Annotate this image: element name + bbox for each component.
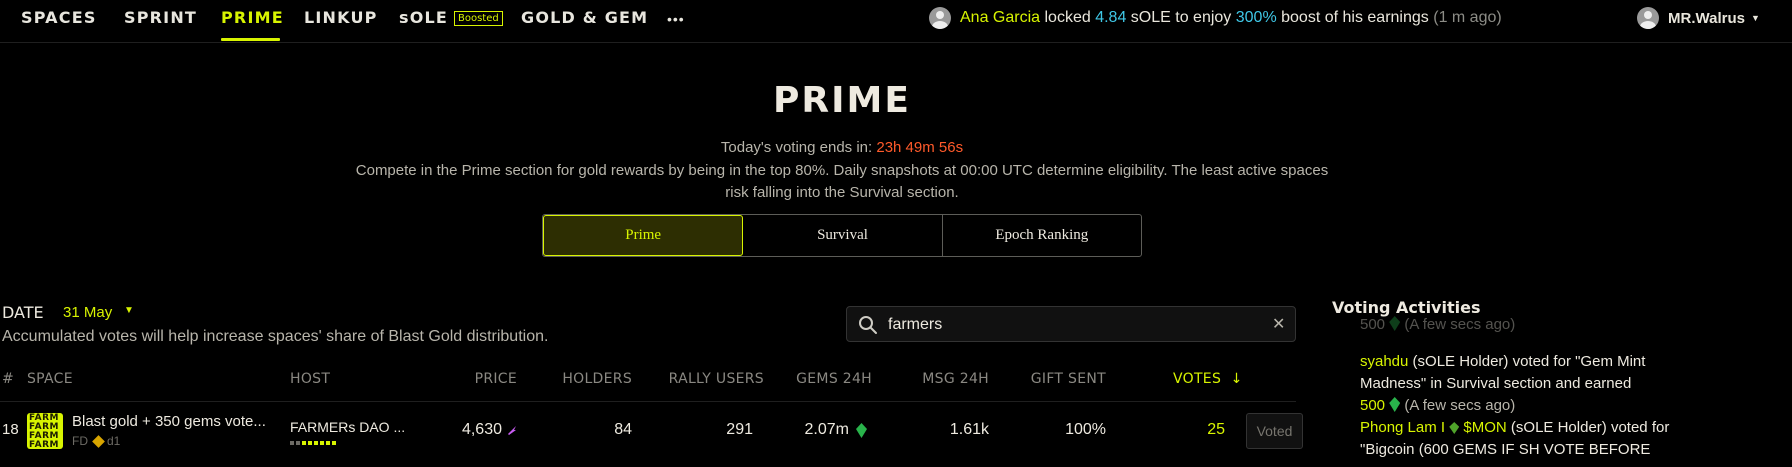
space-name[interactable]: Blast gold + 350 gems vote...	[72, 413, 266, 430]
col-price[interactable]: PRICE	[440, 371, 517, 387]
chevron-down-icon: ▼	[1750, 13, 1760, 23]
space-sub-tag: FD	[72, 434, 88, 448]
boosted-badge: Boosted	[454, 11, 503, 26]
activity-avatar-icon	[929, 7, 951, 29]
countdown: 23h 49m 56s	[876, 139, 964, 156]
activity-item: Phong Lam I $MON (sOLE Holder) voted for…	[1360, 417, 1690, 461]
activity-time: (1 m ago)	[1433, 9, 1502, 26]
search-box: ✕	[846, 306, 1296, 342]
thumb-text: FARM	[29, 440, 59, 450]
nav-gold-gem[interactable]: GOLD & GEM	[521, 8, 648, 27]
date-select[interactable]: 31 May	[63, 304, 112, 321]
activity-text-rest: boost of his earnings	[1281, 9, 1429, 26]
lightning-icon	[508, 426, 516, 435]
user-avatar-icon	[1637, 7, 1659, 29]
deadline-label: Today's voting ends in:	[720, 139, 873, 156]
top-nav: SPACES SPRINT PRIME LINKUP sOLE Boosted …	[0, 0, 1792, 43]
chevron-down-icon[interactable]: ▼	[124, 305, 134, 316]
activity-user[interactable]: syahdu	[1360, 353, 1408, 370]
frog-icon	[1449, 422, 1460, 434]
activity-amount: 500	[1360, 397, 1386, 414]
date-label: DATE	[2, 303, 44, 322]
search-icon	[859, 316, 877, 334]
activity-time: (A few secs ago)	[1404, 397, 1516, 414]
row-msg-24h: 1.61k	[949, 421, 989, 438]
row-gems-24h: 2.07m	[804, 421, 849, 438]
activity-boost: 300%	[1235, 9, 1277, 26]
voting-activities-list[interactable]: 500 (A few secs ago) syahdu (sOLE Holder…	[1360, 314, 1690, 467]
activity-banner: Ana Garcia locked 4.84 sOLE to enjoy 300…	[929, 6, 1502, 30]
activity-amount: 4.84	[1095, 9, 1127, 26]
activity-text-sole: sOLE to enjoy	[1130, 9, 1232, 26]
activity-time: (A few secs ago)	[1404, 316, 1516, 333]
row-rank: 18	[2, 421, 19, 438]
diamond-icon	[92, 434, 105, 448]
col-rally-users[interactable]: RALLY USERS	[650, 371, 764, 387]
activity-item: syahdu (sOLE Holder) voted for "Gem Mint…	[1360, 351, 1690, 417]
col-holders[interactable]: HOLDERS	[540, 371, 632, 387]
gem-icon	[1389, 397, 1401, 412]
nav-prime[interactable]: PRIME	[221, 8, 284, 27]
date-note: Accumulated votes will help increase spa…	[2, 328, 549, 345]
col-gems-24h[interactable]: GEMS 24H	[780, 371, 872, 387]
host-level-bar	[290, 441, 336, 445]
host-name[interactable]: FARMERs DAO ...	[290, 419, 405, 435]
page-description: Compete in the Prime section for gold re…	[355, 162, 1329, 201]
row-votes: 25	[1207, 421, 1225, 438]
user-name: MR.Walrus	[1668, 9, 1745, 27]
col-votes[interactable]: VOTES ↓	[1173, 371, 1243, 387]
close-icon[interactable]: ✕	[1272, 314, 1285, 334]
space-thumbnail: FARM FARM FARM FARM	[27, 413, 63, 449]
row-gift-sent: 100%	[1065, 421, 1106, 438]
more-icon[interactable]: •••	[667, 11, 685, 27]
gem-icon	[856, 423, 867, 438]
search-input[interactable]	[888, 313, 1248, 337]
tab-survival[interactable]: Survival	[743, 215, 943, 256]
nav-active-underline	[221, 38, 280, 41]
activity-item: 500 (A few secs ago)	[1360, 314, 1690, 336]
row-rally-users: 291	[726, 421, 753, 438]
space-subline: FD d1	[72, 434, 120, 448]
nav-linkup[interactable]: LINKUP	[304, 8, 378, 27]
row-price: 4,630	[461, 421, 502, 438]
col-gift-sent[interactable]: GIFT SENT	[1020, 371, 1106, 387]
tab-epoch-ranking[interactable]: Epoch Ranking	[943, 215, 1141, 256]
nav-spaces[interactable]: SPACES	[21, 8, 97, 27]
tab-prime[interactable]: Prime	[543, 215, 744, 256]
col-msg-24h[interactable]: MSG 24H	[900, 371, 989, 387]
activity-text-locked: locked	[1044, 9, 1091, 26]
user-menu[interactable]: MR.Walrus ▼	[1637, 6, 1760, 30]
arrow-down-icon: ↓	[1225, 371, 1243, 387]
page-title: PRIME	[773, 80, 911, 121]
activity-user[interactable]: Phong Lam I	[1360, 419, 1445, 436]
col-host[interactable]: HOST	[290, 371, 330, 387]
col-votes-label: VOTES	[1173, 371, 1222, 387]
space-sub-tag2: d1	[107, 434, 121, 448]
nav-sprint[interactable]: SPRINT	[124, 8, 197, 27]
col-rank: #	[2, 371, 15, 387]
gem-icon	[1389, 316, 1401, 331]
activity-ticker: $MON	[1463, 419, 1507, 436]
col-space[interactable]: SPACE	[27, 371, 73, 387]
row-holders: 84	[614, 421, 632, 438]
voted-button[interactable]: Voted	[1246, 413, 1303, 449]
activity-user[interactable]: Ana Garcia	[960, 9, 1040, 27]
table-divider	[0, 401, 1296, 402]
nav-sole[interactable]: sOLE	[399, 8, 448, 27]
section-tabs: Prime Survival Epoch Ranking	[542, 214, 1142, 257]
activity-text: (sOLE Holder) voted	[1510, 419, 1648, 436]
activity-amount: 500	[1360, 316, 1386, 333]
voting-deadline: Today's voting ends in: 23h 49m 56s	[0, 139, 1684, 156]
